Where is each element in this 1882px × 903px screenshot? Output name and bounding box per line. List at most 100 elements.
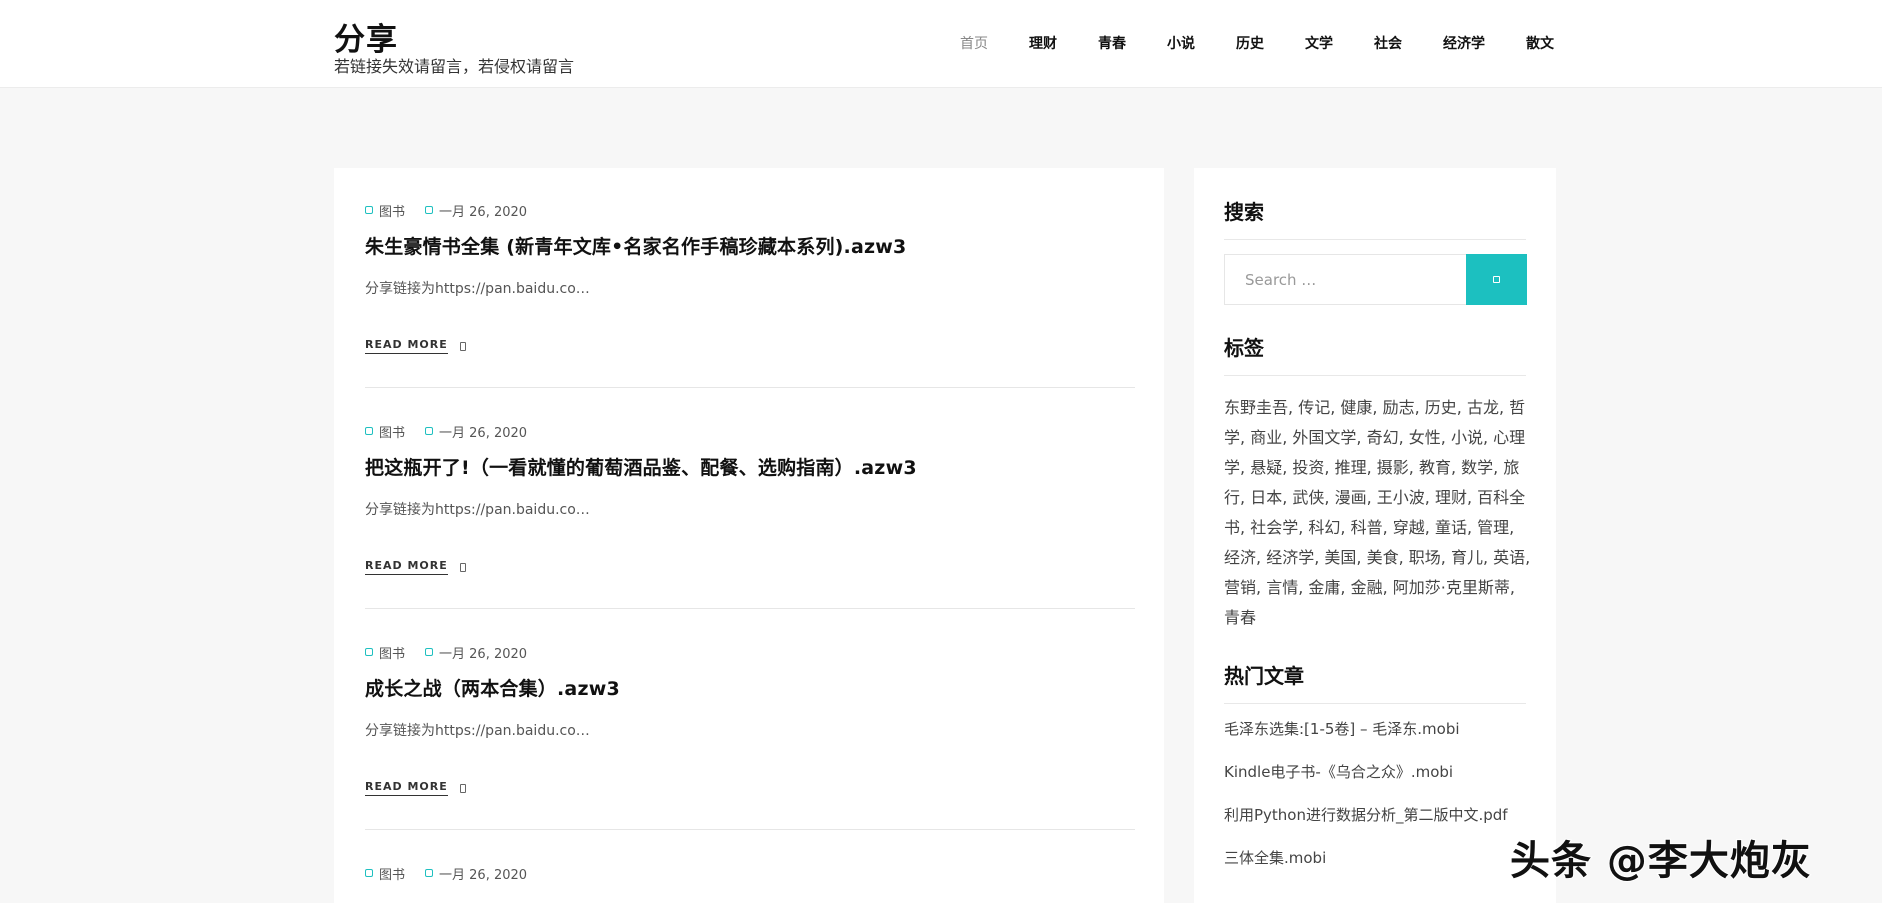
post-list: 图书 一月 26, 2020 朱生豪情书全集 (新青年文库•名家名作手稿珍藏本系… (334, 168, 1164, 903)
read-more-link[interactable]: READ MORE (365, 559, 448, 575)
post-meta: 图书 一月 26, 2020 (365, 643, 1135, 662)
post-category[interactable]: 图书 (379, 201, 405, 220)
post-date[interactable]: 一月 26, 2020 (439, 643, 527, 662)
divider (1224, 375, 1526, 376)
tag-link[interactable]: 管理 (1477, 518, 1509, 537)
popular-post-link[interactable]: 利用Python进行数据分析_第二版中文.pdf (1224, 804, 1544, 847)
nav-item-finance[interactable]: 理财 (1029, 33, 1057, 53)
nav-item-economics[interactable]: 经济学 (1443, 33, 1485, 53)
arrow-right-icon (459, 562, 466, 572)
tag-link[interactable]: 奇幻 (1367, 428, 1399, 447)
tag-link[interactable]: 经济 (1224, 548, 1256, 567)
tag-link[interactable]: 经济学 (1266, 548, 1314, 567)
tag-link[interactable]: 数学 (1461, 458, 1493, 477)
calendar-icon (425, 869, 434, 877)
tag-link[interactable]: 童话 (1435, 518, 1467, 537)
tag-link[interactable]: 历史 (1425, 398, 1457, 417)
tag-cloud: 东野圭吾, 传记, 健康, 励志, 历史, 古龙, 哲学, 商业, 外国文学, … (1224, 398, 1531, 627)
nav-item-essay[interactable]: 散文 (1526, 33, 1554, 53)
tag-link[interactable]: 阿加莎·克里斯蒂 (1393, 578, 1510, 597)
tag-link[interactable]: 社会学 (1250, 518, 1298, 537)
tag-link[interactable]: 外国文学 (1292, 428, 1356, 447)
search-input[interactable] (1225, 255, 1466, 304)
tag-link[interactable]: 科幻 (1308, 518, 1340, 537)
calendar-icon (425, 206, 434, 214)
post-excerpt: 分享链接为https://pan.baidu.co… (365, 502, 590, 518)
tag-link[interactable]: 青春 (1224, 608, 1256, 627)
tag-link[interactable]: 商业 (1250, 428, 1282, 447)
tag-link[interactable]: 英语 (1493, 548, 1525, 567)
tag-link[interactable]: 职场 (1409, 548, 1441, 567)
nav-item-society[interactable]: 社会 (1374, 33, 1402, 53)
arrow-right-icon (459, 783, 466, 793)
folder-icon (365, 648, 373, 656)
tag-link[interactable]: 穿越 (1393, 518, 1425, 537)
post-divider (365, 829, 1135, 830)
post-meta: 图书 一月 26, 2020 (365, 422, 1135, 441)
tag-link[interactable]: 美食 (1367, 548, 1399, 567)
tag-link[interactable]: 美国 (1324, 548, 1356, 567)
tag-link[interactable]: 传记 (1298, 398, 1330, 417)
divider (1224, 239, 1526, 240)
popular-post-link[interactable]: Kindle电子书-《乌合之众》.mobi (1224, 761, 1544, 804)
post-category[interactable]: 图书 (379, 422, 405, 441)
post-title[interactable]: 把这瓶开了!（一看就懂的葡萄酒品鉴、配餐、选购指南）.azw3 (365, 453, 1135, 480)
tag-link[interactable]: 古龙 (1467, 398, 1499, 417)
post-excerpt: 分享链接为https://pan.baidu.co… (365, 723, 590, 739)
tag-link[interactable]: 女性 (1409, 428, 1441, 447)
tag-link[interactable]: 推理 (1335, 458, 1367, 477)
arrow-right-icon (459, 341, 466, 351)
nav-item-novel[interactable]: 小说 (1167, 33, 1195, 53)
nav-item-history[interactable]: 历史 (1236, 33, 1264, 53)
calendar-icon (425, 427, 434, 435)
search-button[interactable] (1466, 254, 1527, 305)
tag-link[interactable]: 健康 (1340, 398, 1372, 417)
tag-link[interactable]: 摄影 (1377, 458, 1409, 477)
tag-link[interactable]: 武侠 (1292, 488, 1324, 507)
watermark: 头条 @李大炮灰 (1509, 837, 1812, 885)
read-more-link[interactable]: READ MORE (365, 338, 448, 354)
post-date[interactable]: 一月 26, 2020 (439, 864, 527, 883)
tag-link[interactable]: 东野圭吾 (1224, 398, 1288, 417)
post-title[interactable]: 成长之战（两本合集）.azw3 (365, 674, 1135, 701)
post-title[interactable]: 朱生豪情书全集 (新青年文库•名家名作手稿珍藏本系列).azw3 (365, 232, 1135, 259)
post-divider (365, 608, 1135, 609)
tag-link[interactable]: 理财 (1435, 488, 1467, 507)
nav-item-literature[interactable]: 文学 (1305, 33, 1333, 53)
tag-link[interactable]: 投资 (1292, 458, 1324, 477)
nav-item-youth[interactable]: 青春 (1098, 33, 1126, 53)
tag-link[interactable]: 励志 (1383, 398, 1415, 417)
site-header: 分享 若链接失效请留言，若侵权请留言 首页 理财 青春 小说 历史 文学 社会 … (0, 0, 1882, 88)
calendar-icon (425, 648, 434, 656)
read-more-link[interactable]: READ MORE (365, 780, 448, 796)
post-category[interactable]: 图书 (379, 864, 405, 883)
tag-link[interactable]: 言情 (1266, 578, 1298, 597)
tag-link[interactable]: 科普 (1351, 518, 1383, 537)
post-excerpt: 分享链接为https://pan.baidu.co… (365, 281, 590, 297)
search-icon (1493, 276, 1500, 283)
sidebar: 搜索 标签 东野圭吾, 传记, 健康, 励志, 历史, 古龙, 哲学, 商业, … (1194, 168, 1556, 903)
popular-post-link[interactable]: 三体全集.mobi (1224, 847, 1544, 890)
main-nav: 首页 理财 青春 小说 历史 文学 社会 经济学 散文 (919, 33, 1554, 53)
tag-link[interactable]: 教育 (1419, 458, 1451, 477)
tag-link[interactable]: 育儿 (1451, 548, 1483, 567)
post-date[interactable]: 一月 26, 2020 (439, 201, 527, 220)
tag-link[interactable]: 金庸 (1308, 578, 1340, 597)
post-date[interactable]: 一月 26, 2020 (439, 422, 527, 441)
post-category[interactable]: 图书 (379, 643, 405, 662)
tag-link[interactable]: 金融 (1351, 578, 1383, 597)
popular-posts: 毛泽东选集:[1-5卷] – 毛泽东.mobi Kindle电子书-《乌合之众》… (1224, 718, 1544, 890)
nav-item-home[interactable]: 首页 (960, 33, 988, 53)
tags-widget-title: 标签 (1224, 336, 1264, 360)
post-item: 图书 一月 26, 2020 (365, 864, 1135, 883)
tag-link[interactable]: 日本 (1250, 488, 1282, 507)
popular-post-link[interactable]: 毛泽东选集:[1-5卷] – 毛泽东.mobi (1224, 718, 1544, 761)
tag-link[interactable]: 悬疑 (1250, 458, 1282, 477)
tag-link[interactable]: 漫画 (1335, 488, 1367, 507)
post-item: 图书 一月 26, 2020 把这瓶开了!（一看就懂的葡萄酒品鉴、配餐、选购指南… (365, 422, 1135, 575)
tag-link[interactable]: 小说 (1451, 428, 1483, 447)
folder-icon (365, 869, 373, 877)
tag-link[interactable]: 王小波 (1377, 488, 1425, 507)
tag-link[interactable]: 营销 (1224, 578, 1256, 597)
site-description: 若链接失效请留言，若侵权请留言 (334, 57, 575, 76)
